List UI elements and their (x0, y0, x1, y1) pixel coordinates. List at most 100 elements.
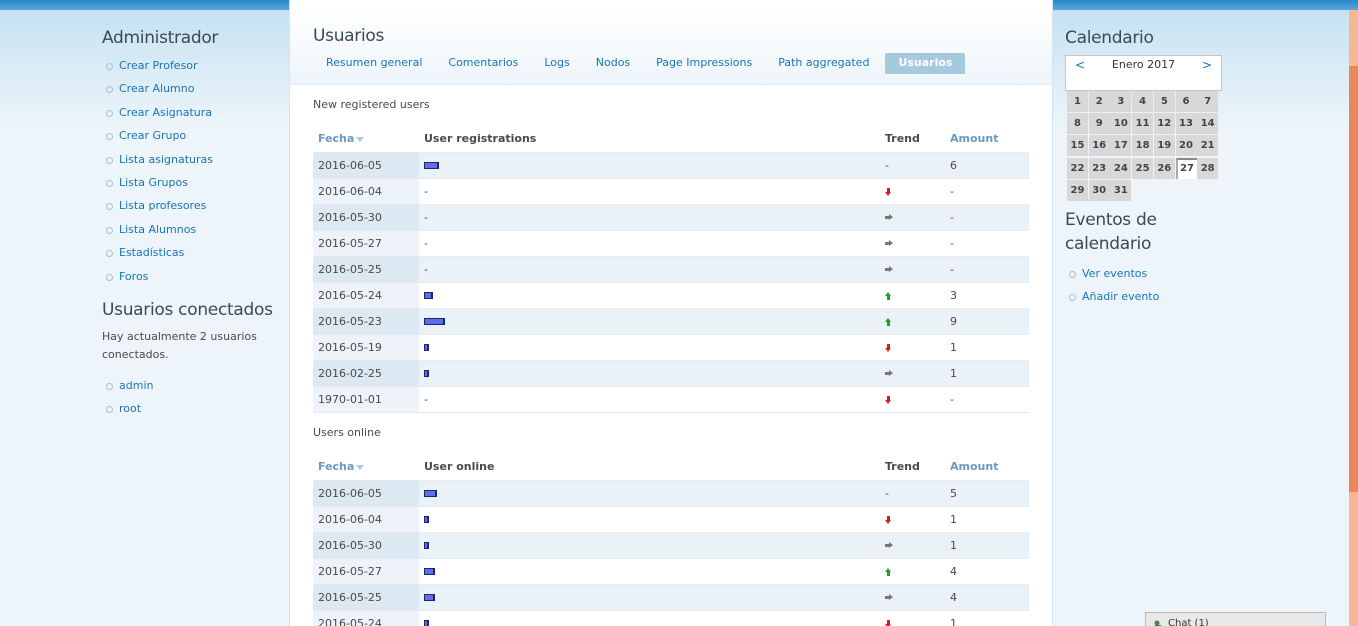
calendar-day[interactable]: 21 (1197, 135, 1219, 157)
column-header-amount[interactable]: Amount (945, 454, 1029, 481)
table-row: 2016-06-05 - 6 (313, 152, 1029, 179)
calendar-day[interactable]: 9 (1088, 113, 1110, 135)
tab-comentarios[interactable]: Comentarios (435, 53, 531, 74)
admin-menu: Crear Profesor Crear Alumno Crear Asignatu… (102, 54, 282, 288)
table-row: 2016-05-30 1 (313, 532, 1029, 559)
calendar-day[interactable]: 12 (1153, 113, 1175, 135)
amount-cell: - (945, 230, 1029, 257)
calendar-day[interactable]: 26 (1153, 157, 1175, 179)
calendar-day[interactable]: 27 (1175, 157, 1197, 179)
calendar-day[interactable]: 10 (1110, 113, 1132, 135)
metric-cell (419, 308, 880, 335)
tab-path-aggregated[interactable]: Path aggregated (765, 53, 882, 74)
calendar-day[interactable]: 14 (1197, 113, 1219, 135)
trend-cell (880, 610, 945, 626)
value-bar (424, 292, 433, 299)
metric-cell: - (419, 178, 880, 205)
calendar-day[interactable]: 11 (1132, 113, 1154, 135)
calendar-day[interactable]: 30 (1088, 179, 1110, 201)
date-cell: 2016-05-25 (313, 584, 419, 611)
calendar-day[interactable]: 23 (1088, 157, 1110, 179)
calendar-day[interactable]: 8 (1067, 113, 1088, 135)
calendar-day[interactable]: 16 (1088, 135, 1110, 157)
value-bar (424, 594, 435, 601)
tab-usuarios[interactable]: Usuarios (885, 53, 966, 74)
calendar-day[interactable]: 7 (1197, 91, 1219, 112)
calendar-next-button[interactable]: > (1202, 58, 1212, 72)
calendar-day[interactable]: 29 (1067, 179, 1088, 201)
online-user-link[interactable]: root (119, 402, 141, 415)
calendar-day[interactable]: 25 (1132, 157, 1154, 179)
date-cell: 2016-05-19 (313, 334, 419, 361)
amount-cell: 1 (945, 532, 1029, 559)
amount-cell: 6 (945, 152, 1029, 179)
events-menu-link[interactable]: Añadir evento (1082, 290, 1159, 303)
admin-menu-link[interactable]: Crear Profesor (119, 59, 198, 72)
table-row: 2016-06-04 1 (313, 506, 1029, 533)
calendar-day[interactable]: 31 (1110, 179, 1132, 201)
calendar-prev-button[interactable]: < (1075, 58, 1085, 72)
column-header-date[interactable]: Fecha (313, 454, 419, 481)
metric-cell (419, 610, 880, 626)
admin-menu-link[interactable]: Estadísticas (119, 246, 184, 259)
calendar-day[interactable]: 13 (1175, 113, 1197, 135)
calendar-day[interactable]: 4 (1132, 91, 1154, 112)
chat-bar[interactable]: Chat (1) (1145, 612, 1326, 626)
admin-menu-link[interactable]: Lista asignaturas (119, 153, 213, 166)
calendar-month-label: Enero 2017 (1111, 58, 1176, 71)
column-header-amount[interactable]: Amount (945, 126, 1029, 153)
admin-menu-link[interactable]: Crear Asignatura (119, 106, 212, 119)
metric-empty: - (424, 184, 428, 198)
calendar-day[interactable]: 3 (1110, 91, 1132, 112)
tab-logs[interactable]: Logs (531, 53, 582, 74)
online-users-text: Hay actualmente 2 usuarios conectados. (102, 329, 257, 361)
tab-nodos[interactable]: Nodos (583, 53, 643, 74)
date-cell: 2016-06-04 (313, 178, 419, 205)
admin-menu-item: Lista asignaturas (102, 148, 282, 171)
calendar-day[interactable]: 2 (1088, 91, 1110, 112)
table-row: 2016-05-30- - (313, 204, 1029, 231)
amount-cell: 3 (945, 282, 1029, 309)
admin-menu-link[interactable]: Crear Alumno (119, 82, 194, 95)
calendar-day[interactable]: 19 (1153, 135, 1175, 157)
trend-cell (880, 532, 945, 559)
admin-menu-item: Lista Alumnos (102, 218, 282, 241)
calendar-day[interactable]: 17 (1110, 135, 1132, 157)
amount-cell: - (945, 386, 1029, 413)
value-bar (424, 490, 437, 497)
trend-cell: - (880, 152, 945, 179)
online-user-item: root (102, 397, 282, 420)
calendar-day[interactable]: 15 (1067, 135, 1088, 157)
tab-resumen-general[interactable]: Resumen general (313, 53, 435, 74)
calendar-day[interactable]: 28 (1197, 157, 1219, 179)
amount-cell: 4 (945, 584, 1029, 611)
calendar-day[interactable]: 5 (1153, 91, 1175, 112)
table-row: 2016-05-24 1 (313, 610, 1029, 626)
metric-cell (419, 506, 880, 533)
admin-menu-link[interactable]: Crear Grupo (119, 129, 186, 142)
calendar-day[interactable]: 20 (1175, 135, 1197, 157)
online-users-table: Fecha User online Trend Amount 2016-06-05-5 2… (313, 454, 1029, 626)
scrollbar-thumb[interactable] (1349, 66, 1358, 492)
calendar-day[interactable]: 24 (1110, 157, 1132, 179)
admin-menu-link[interactable]: Lista Alumnos (119, 223, 196, 236)
calendar-day[interactable]: 6 (1175, 91, 1197, 112)
trend-cell: - (880, 480, 945, 507)
admin-menu-link[interactable]: Foros (119, 270, 148, 283)
admin-menu-item: Estadísticas (102, 241, 282, 264)
events-menu-link[interactable]: Ver eventos (1082, 267, 1147, 280)
calendar-day[interactable]: 1 (1067, 91, 1088, 112)
tab-page-impressions[interactable]: Page Impressions (643, 53, 765, 74)
online-user-link[interactable]: admin (119, 379, 153, 392)
admin-menu-link[interactable]: Lista profesores (119, 199, 206, 212)
online-user-item: admin (102, 374, 282, 397)
value-bar (424, 568, 435, 575)
calendar-day[interactable]: 22 (1067, 157, 1088, 179)
value-bar (424, 162, 439, 169)
value-bar (424, 370, 429, 377)
calendar-day[interactable]: 18 (1132, 135, 1154, 157)
column-header-label: Amount (950, 132, 999, 146)
column-header-date[interactable]: Fecha (313, 126, 419, 153)
date-cell: 2016-05-24 (313, 610, 419, 626)
admin-menu-link[interactable]: Lista Grupos (119, 176, 188, 189)
